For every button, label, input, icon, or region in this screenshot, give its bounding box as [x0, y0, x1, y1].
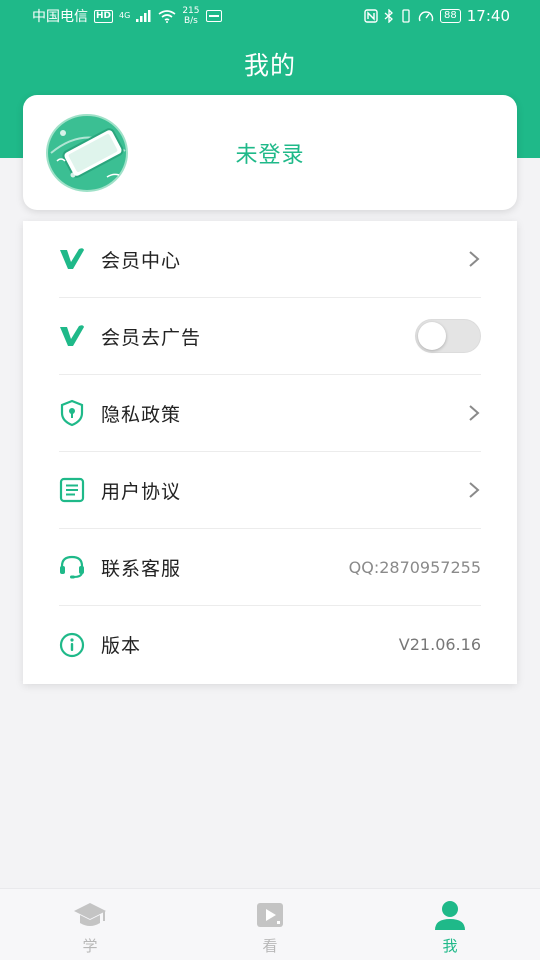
menu-item-label: 用户协议 — [101, 480, 182, 503]
profile-card[interactable]: 未登录 — [23, 95, 517, 210]
wifi-icon — [158, 9, 176, 23]
page-title: 我的 — [243, 51, 296, 80]
app-notification-icon — [205, 10, 222, 22]
bluetooth-icon — [384, 9, 393, 23]
toggle-knob — [418, 322, 446, 350]
info-icon — [57, 630, 87, 660]
qq-contact-value: QQ:2870957255 — [348, 557, 481, 577]
menu-item-label: 会员去广告 — [101, 326, 202, 349]
graduation-cap-icon — [74, 903, 106, 926]
menu-item-version: 版本 V21.06.16 — [59, 606, 481, 683]
speedometer-icon — [418, 11, 434, 22]
menu-item-label: 会员中心 — [101, 249, 182, 272]
menu-item-privacy-policy[interactable]: 隐私政策 — [59, 375, 481, 452]
nav-item-learn[interactable]: 学 — [0, 889, 180, 960]
carrier-name: 中国电信 — [32, 9, 88, 25]
video-play-icon — [257, 903, 283, 927]
login-status-text[interactable]: 未登录 — [23, 95, 517, 210]
speed-value: 215 — [182, 6, 200, 16]
headset-icon — [57, 552, 87, 582]
menu-item-right — [467, 480, 481, 500]
chevron-right-icon — [469, 405, 480, 421]
battery-level: 88 — [440, 9, 461, 23]
person-icon — [435, 901, 465, 930]
hd-badge: HD — [94, 9, 114, 23]
nav-label: 学 — [82, 937, 98, 955]
nav-label: 看 — [262, 937, 278, 955]
status-bar: 中国电信 HD 4G 215 B/s 88 17:40 — [0, 0, 540, 32]
network-speed: 215 B/s — [182, 6, 199, 26]
status-bar-right: 88 17:40 — [364, 7, 510, 25]
nav-label: 我 — [442, 937, 458, 955]
menu-item-right — [415, 319, 481, 353]
menu-item-label: 版本 — [101, 635, 142, 657]
nav-item-me[interactable]: 我 — [360, 889, 540, 960]
clock: 17:40 — [466, 7, 510, 25]
status-bar-left: 中国电信 HD 4G 215 B/s — [32, 6, 222, 26]
vip-v-icon — [57, 321, 87, 351]
network-type: 4G — [119, 11, 131, 20]
menu-item-right — [467, 403, 481, 423]
menu-item-vip-center[interactable]: 会员中心 — [59, 221, 481, 298]
menu-item-right: V21.06.16 — [399, 635, 481, 654]
menu-item-remove-ads: 会员去广告 — [59, 298, 481, 375]
chevron-right-icon — [469, 251, 480, 267]
menu-card: 会员中心 会员去广告 隐私政策 用户协议 联系客服 QQ:2870957255 … — [23, 221, 517, 684]
menu-item-user-agreement[interactable]: 用户协议 — [59, 452, 481, 529]
version-value: V21.06.16 — [398, 635, 481, 654]
shield-lock-icon — [57, 398, 87, 428]
screen: 中国电信 HD 4G 215 B/s 88 17:40 我的 未登录 会员中心 … — [0, 0, 540, 960]
menu-item-label: 联系客服 — [101, 557, 182, 580]
nfc-icon — [364, 9, 378, 23]
remove-ads-toggle[interactable] — [415, 319, 481, 353]
bottom-nav: 学 看 我 — [0, 888, 540, 960]
speed-unit: B/s — [183, 16, 198, 26]
nav-item-watch[interactable]: 看 — [180, 889, 360, 960]
menu-item-right — [467, 249, 481, 269]
vip-v-icon — [57, 244, 87, 274]
menu-item-label: 隐私政策 — [101, 403, 182, 426]
chevron-right-icon — [469, 482, 480, 498]
vibrate-icon — [402, 9, 410, 23]
signal-icon — [136, 10, 151, 22]
document-icon — [57, 475, 87, 505]
menu-item-right: QQ:2870957255 — [349, 558, 481, 577]
menu-item-customer-service[interactable]: 联系客服 QQ:2870957255 — [59, 529, 481, 606]
